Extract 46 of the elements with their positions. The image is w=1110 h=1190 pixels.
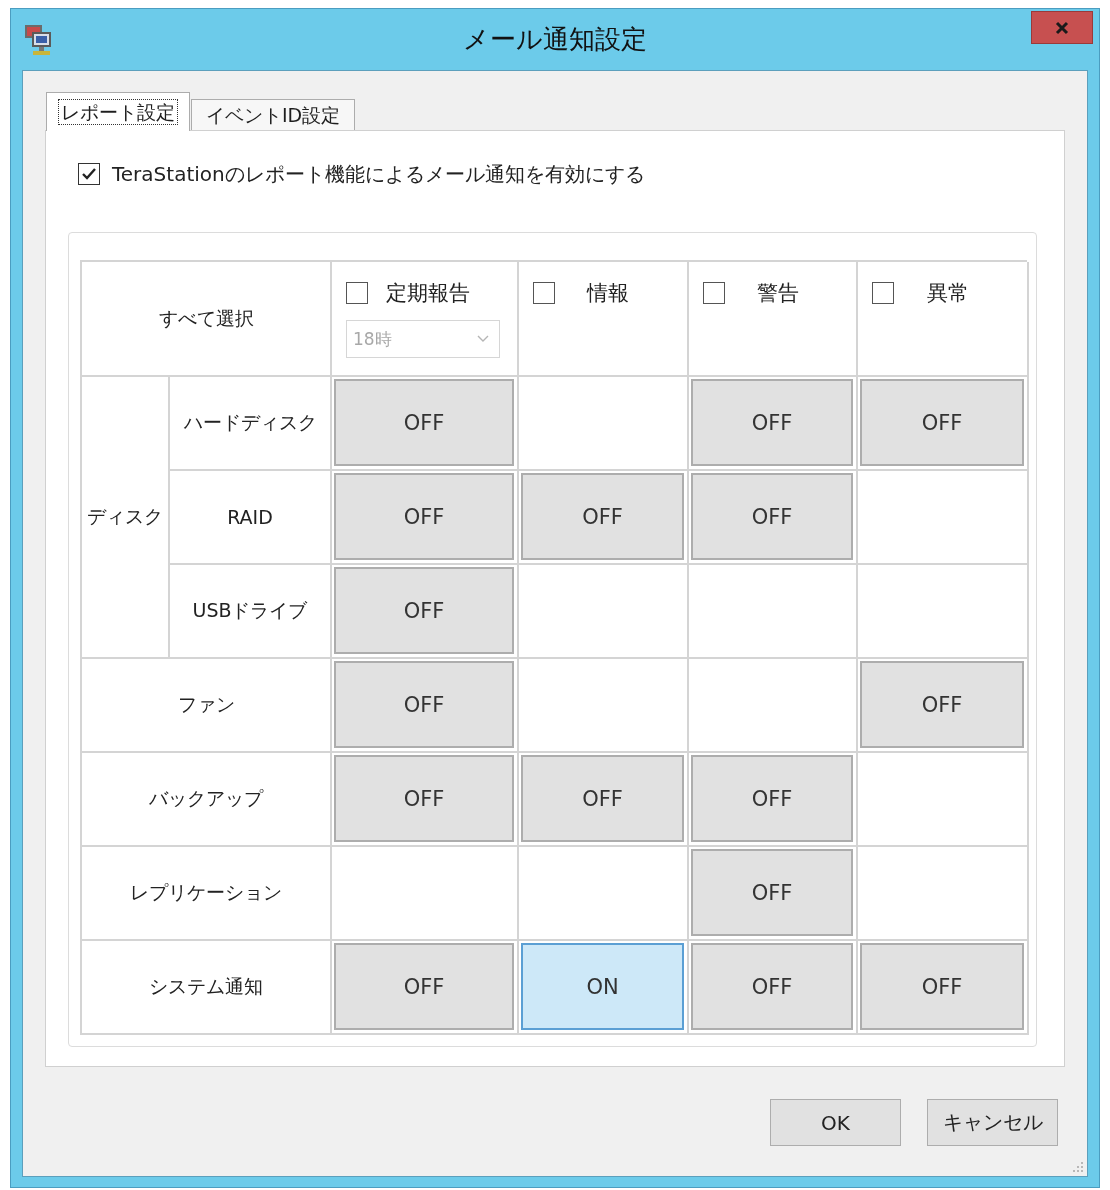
toggle-button[interactable]: OFF [334, 379, 514, 466]
toggle-button[interactable]: ON [521, 943, 684, 1030]
column-header: 定期報告 [384, 280, 471, 307]
toggle-button[interactable]: OFF [334, 755, 514, 842]
row-label: USBドライブ [192, 598, 308, 623]
cancel-button[interactable]: キャンセル [927, 1099, 1058, 1146]
checkbox[interactable] [872, 282, 894, 304]
checkbox[interactable] [703, 282, 725, 304]
toggle-button[interactable]: OFF [521, 755, 684, 842]
resize-grip-icon [1073, 1162, 1083, 1172]
ok-button[interactable]: OK [770, 1099, 901, 1146]
checkbox[interactable] [78, 163, 100, 185]
checkbox[interactable] [533, 282, 555, 304]
toggle-button[interactable]: OFF [521, 473, 684, 560]
tab[interactable]: イベントID設定 [191, 99, 355, 130]
column-header: 情報 [585, 280, 630, 307]
close-icon [1055, 20, 1069, 35]
computers-icon [24, 23, 54, 56]
select-all-label: すべて選択 [158, 305, 254, 331]
toggle-button[interactable]: OFF [334, 943, 514, 1030]
toggle-button[interactable]: OFF [334, 567, 514, 654]
group-label: ディスク [87, 504, 163, 529]
window-title: メール通知設定 [463, 23, 647, 56]
row-label: レプリケーション [130, 880, 282, 905]
toggle-button[interactable]: OFF [691, 473, 853, 560]
row-label: ファン [177, 692, 235, 717]
toggle-button[interactable]: OFF [860, 661, 1024, 748]
toggle-button[interactable]: OFF [334, 473, 514, 560]
toggle-button[interactable]: OFF [860, 943, 1024, 1030]
row-label: システム通知 [149, 974, 263, 999]
row-label: ハードディスク [183, 410, 317, 435]
toggle-button[interactable]: OFF [691, 379, 853, 466]
toggle-button[interactable]: OFF [334, 661, 514, 748]
column-header: 異常 [925, 280, 970, 307]
checkbox[interactable] [346, 282, 368, 304]
chevron-down-icon [477, 335, 489, 343]
tab[interactable]: レポート設定 [46, 92, 190, 131]
row-label: バックアップ [149, 786, 263, 811]
column-header: 警告 [755, 280, 800, 307]
toggle-button[interactable]: OFF [691, 943, 853, 1030]
toggle-button[interactable]: OFF [691, 849, 853, 936]
toggle-button[interactable]: OFF [691, 755, 853, 842]
close-button[interactable] [1031, 11, 1093, 44]
toggle-button[interactable]: OFF [860, 379, 1024, 466]
checkbox-label: TeraStationのレポート機能によるメール通知を有効にする [112, 160, 645, 188]
row-label: RAID [227, 506, 273, 528]
